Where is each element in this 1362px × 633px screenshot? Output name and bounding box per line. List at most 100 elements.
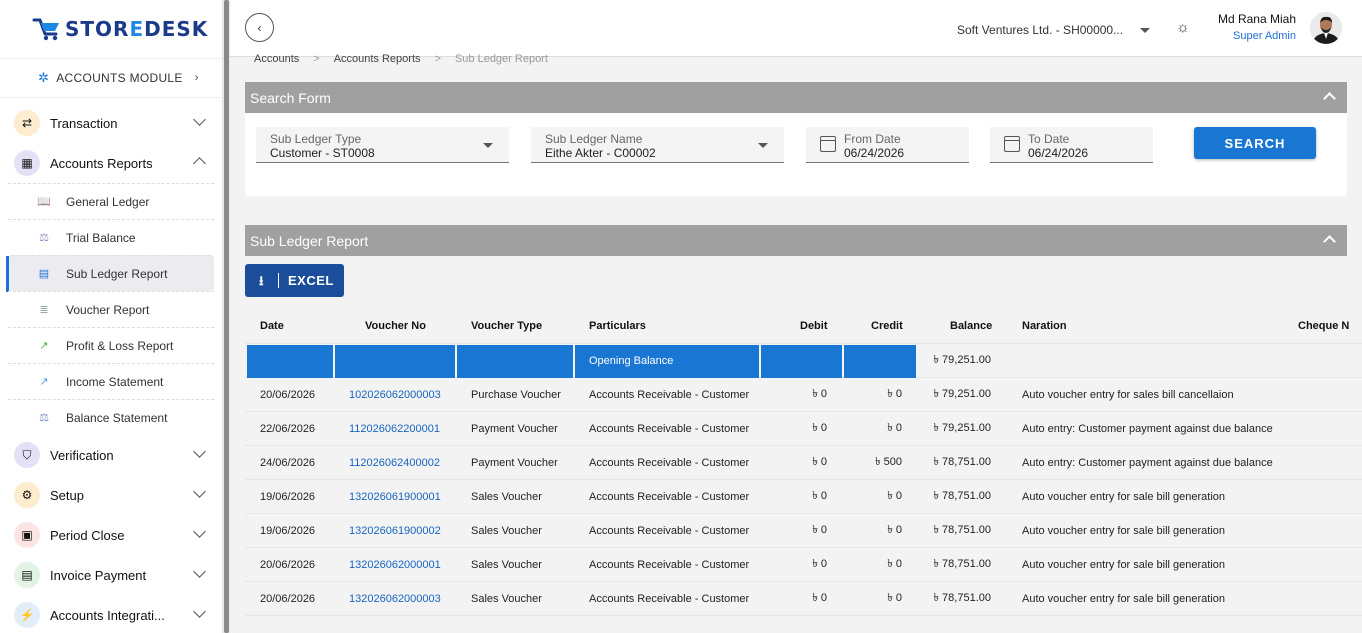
company-selector[interactable]: Soft Ventures Ltd. - SH00000... [957,23,1123,37]
sidebar-item-setup[interactable]: ⚙ Setup [0,475,222,515]
date-cell: 24/06/2026 [260,456,316,469]
voucher-type-cell: Payment Voucher [471,422,558,435]
company-dropdown-icon[interactable] [1140,28,1150,33]
sidebar-subitem-general-ledger[interactable]: 📖 General Ledger [8,183,214,219]
table-row[interactable]: 20/06/2026 132026062000003 Sales Voucher Ac… [245,582,1362,616]
debit-cell: ৳ 0 [812,456,827,468]
search-button[interactable]: SEARCH [1194,127,1316,159]
table-header-row: Date Voucher No Voucher Type Particulars Deb… [245,308,1362,344]
voucher-no-cell[interactable]: 132026061900001 [349,480,441,513]
column-header[interactable]: Date [260,308,284,343]
book-icon: 📖 [37,196,51,208]
column-header[interactable]: Cheque N [1298,308,1349,343]
user-name[interactable]: Md Rana Miah [1218,12,1296,26]
particulars-cell: Accounts Receivable - Customer [589,558,750,571]
voucher-type-cell: Purchase Voucher [471,388,561,401]
trend-icon: ↗ [39,376,49,388]
field-label: Sub Ledger Name [545,132,643,146]
voucher-no-cell[interactable]: 132026062000001 [349,548,441,581]
date-cell: 19/06/2026 [260,524,316,537]
naration-cell: Auto voucher entry for sales bill cancel… [1022,388,1234,401]
theme-toggle-icon[interactable]: ☼ [1176,19,1190,36]
back-button[interactable]: ‹ [245,13,274,42]
table-row[interactable]: 20/06/2026 132026062000001 Sales Voucher Ac… [245,548,1362,582]
sidebar-item-accounts-integrati[interactable]: ⚡ Accounts Integrati... [0,595,222,633]
collapse-icon[interactable] [1323,235,1336,248]
opening-cell [844,345,916,378]
from-date-field[interactable]: From Date 06/24/2026 [806,127,969,163]
sidebar-item-verification[interactable]: ⛉ Verification [0,435,222,475]
sidebar-subitem-balance-statement[interactable]: ⚖ Balance Statement [8,399,214,435]
column-header[interactable]: Voucher Type [471,308,542,343]
module-icon: ✲ [38,70,50,85]
sidebar-subitem-label: Profit & Loss Report [66,338,174,353]
sidebar-item-period-close[interactable]: ▣ Period Close [0,515,222,555]
sidebar-subitem-income-statement[interactable]: ↗ Income Statement [8,363,214,399]
invoice-icon: ▤ [14,562,40,588]
scrollbar-thumb[interactable] [224,0,229,633]
cart-logo-icon [32,16,62,42]
sidebar-item-invoice-payment[interactable]: ▤ Invoice Payment [0,555,222,595]
naration-cell: Auto voucher entry for sale bill generat… [1022,490,1226,503]
opening-balance-row: Opening Balance ৳ 79,251.00 [245,344,1362,378]
chevron-right-icon: › [194,72,199,84]
avatar[interactable] [1310,12,1342,44]
sidebar-subitem-label: Sub Ledger Report [66,266,168,281]
table-row[interactable]: 19/06/2026 132026061900002 Sales Voucher Ac… [245,514,1362,548]
voucher-no-cell[interactable]: 132026061900002 [349,514,441,547]
sidebar-subitem-label: Voucher Report [66,302,150,317]
date-cell: 20/06/2026 [260,388,316,401]
voucher-no-cell[interactable]: 102026062000003 [349,378,441,411]
sidebar-item-label: Invoice Payment [50,567,147,583]
table-row[interactable]: 22/06/2026 112026062200001 Payment Voucher… [245,412,1362,446]
search-form-title: Search Form [250,89,331,106]
opening-cell [247,345,333,378]
sidebar-subitem-sub-ledger-report[interactable]: ▤ Sub Ledger Report [6,255,214,292]
table-row[interactable]: 24/06/2026 112026062400002 Payment Voucher… [245,446,1362,480]
voucher-no-cell[interactable]: 132026062000003 [349,582,441,615]
column-header[interactable]: Balance [950,308,992,343]
voucher-no-cell[interactable]: 112026062200001 [349,412,440,445]
column-header[interactable]: Debit [800,308,828,343]
column-header[interactable]: Naration [1022,308,1067,343]
chevron-down-icon [193,113,206,126]
search-form-panel: Search Form Sub Ledger Type Customer - S… [245,82,1347,196]
voucher-no-cell[interactable]: 112026062400002 [349,446,440,479]
sidebar-subitem-label: Income Statement [66,374,164,389]
sidebar-item-accounts-reports[interactable]: ▦ Accounts Reports [0,143,222,183]
module-switcher[interactable]: ✲ ACCOUNTS MODULE › [0,58,222,98]
collapse-icon[interactable] [1323,92,1336,105]
balance-icon: ⚖ [39,412,49,424]
brand-logo[interactable]: STOREDESK [0,0,222,58]
table-row[interactable]: 19/06/2026 132026061900001 Sales Voucher Ac… [245,480,1362,514]
balance-cell: ৳ 78,751.00 [933,490,991,502]
sidebar-item-label: Transaction [50,115,118,131]
sidebar-item-label: Accounts Integrati... [50,607,165,623]
column-header[interactable]: Particulars [589,308,646,343]
report-header: Sub Ledger Report [245,225,1347,256]
breadcrumb-accounts-reports[interactable]: Accounts Reports [334,53,421,65]
excel-export-button[interactable]: ⭳ EXCEL [245,264,344,297]
balance-cell: ৳ 78,751.00 [933,456,991,468]
column-header[interactable]: Credit [871,308,903,343]
to-date-field[interactable]: To Date 06/24/2026 [990,127,1153,163]
sidebar-subitem-trial-balance[interactable]: ⚖ Trial Balance [8,219,214,255]
balance-cell: ৳ 79,251.00 [933,388,991,400]
scale-icon: ⚖ [39,232,49,244]
sub-ledger-name-select[interactable]: Sub Ledger Name Eithe Akter - C00002 [531,127,784,163]
breadcrumb-separator: > [313,53,320,65]
sub-ledger-type-select[interactable]: Sub Ledger Type Customer - ST0008 [256,127,509,163]
sidebar-subitem-voucher-report[interactable]: ≣ Voucher Report [8,291,214,327]
calendar-icon[interactable] [820,136,836,152]
sidebar-subitem-profit-loss-report[interactable]: ↗ Profit & Loss Report [8,327,214,363]
sidebar-item-transaction[interactable]: ⇄ Transaction [0,103,222,143]
breadcrumb-accounts[interactable]: Accounts [254,53,299,65]
balance-cell: ৳ 78,751.00 [933,592,991,604]
column-header[interactable]: Voucher No [365,308,426,343]
sidebar-scrollbar[interactable] [223,0,230,633]
table-row[interactable]: 20/06/2026 102026062000003 Purchase Vouche… [245,378,1362,412]
field-label: To Date [1028,132,1070,146]
calendar-icon[interactable] [1004,136,1020,152]
report-table: Date Voucher No Voucher Type Particulars Deb… [245,308,1362,616]
naration-cell: Auto voucher entry for sale bill generat… [1022,592,1226,605]
